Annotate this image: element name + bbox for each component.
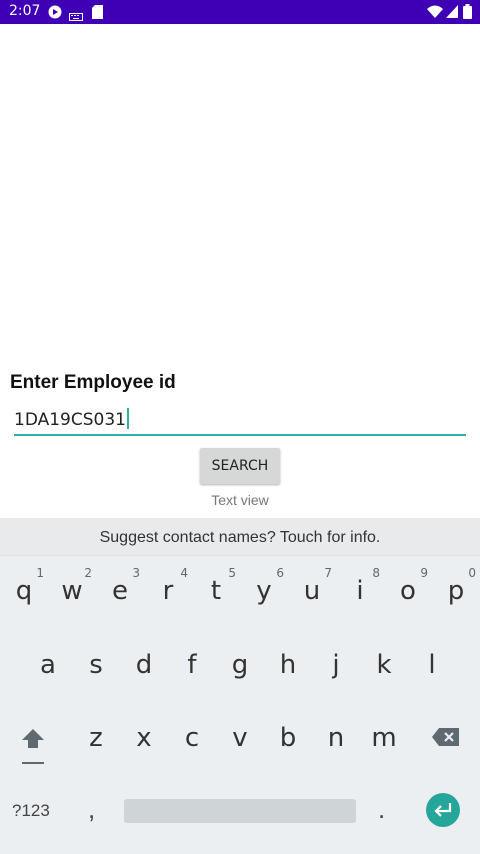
key-l[interactable]: l — [408, 636, 456, 694]
key-label: g — [231, 650, 249, 680]
key-label: t — [210, 576, 222, 606]
suggestion-strip[interactable]: Suggest contact names? Touch for info. — [0, 518, 480, 556]
key-label: u — [303, 576, 321, 606]
comma-key[interactable]: , — [88, 794, 95, 825]
key-label: r — [162, 576, 174, 606]
enter-key[interactable] — [426, 793, 460, 827]
key-h[interactable]: h — [264, 636, 312, 694]
signal-icon — [446, 5, 458, 23]
key-c[interactable]: c — [168, 709, 216, 767]
wifi-icon — [427, 5, 443, 23]
app-content: Enter Employee id 1DA19CS031 SEARCH Text… — [0, 24, 480, 518]
result-text-view: Text view — [211, 492, 269, 508]
key-label: n — [327, 723, 345, 753]
suggestion-text: Suggest contact names? Touch for info. — [99, 529, 381, 546]
key-hint: 1 — [36, 566, 44, 580]
key-y[interactable]: y6 — [240, 562, 288, 620]
key-hint: 7 — [324, 566, 332, 580]
key-label: o — [400, 576, 416, 606]
space-bar[interactable] — [124, 799, 356, 823]
key-x[interactable]: x — [120, 709, 168, 767]
key-hint: 3 — [132, 566, 140, 580]
key-t[interactable]: t5 — [192, 562, 240, 620]
symbols-key[interactable]: ?123 — [12, 801, 50, 821]
key-label: y — [256, 576, 272, 606]
key-label: i — [356, 576, 364, 606]
key-hint: 9 — [420, 566, 428, 580]
key-hint: 6 — [276, 566, 284, 580]
key-p[interactable]: p0 — [432, 562, 480, 620]
key-label: s — [89, 650, 103, 680]
key-hint: 4 — [180, 566, 188, 580]
key-f[interactable]: f — [168, 636, 216, 694]
period-key[interactable]: . — [378, 794, 385, 825]
key-n[interactable]: n — [312, 709, 360, 767]
key-hint: 5 — [228, 566, 236, 580]
key-label: j — [332, 650, 340, 680]
key-q[interactable]: q1 — [0, 562, 48, 620]
key-label: e — [112, 576, 128, 606]
key-label: z — [89, 723, 103, 753]
key-label: x — [136, 723, 152, 753]
battery-icon — [463, 4, 472, 24]
key-label: a — [40, 650, 56, 680]
key-label: d — [135, 650, 153, 680]
soft-keyboard: Suggest contact names? Touch for info. q… — [0, 518, 480, 854]
key-hint: 2 — [84, 566, 92, 580]
key-label: f — [187, 650, 197, 680]
status-time: 2:07 — [9, 3, 41, 19]
key-u[interactable]: u7 — [288, 562, 336, 620]
enter-arrow-icon — [434, 803, 452, 817]
key-label: p — [447, 576, 465, 606]
key-g[interactable]: g — [216, 636, 264, 694]
key-label: h — [279, 650, 297, 680]
key-e[interactable]: e3 — [96, 562, 144, 620]
key-j[interactable]: j — [312, 636, 360, 694]
key-k[interactable]: k — [360, 636, 408, 694]
employee-id-value: 1DA19CS031 — [14, 410, 126, 430]
key-w[interactable]: w2 — [48, 562, 96, 620]
key-d[interactable]: d — [120, 636, 168, 694]
key-label: l — [428, 650, 436, 680]
key-v[interactable]: v — [216, 709, 264, 767]
key-label: q — [15, 576, 33, 606]
key-label: k — [376, 650, 392, 680]
text-cursor — [126, 408, 129, 429]
key-hint: 0 — [468, 566, 476, 580]
status-bar: 2:07 — [0, 0, 480, 24]
sd-card-icon — [92, 5, 103, 24]
key-label: m — [371, 723, 397, 753]
employee-id-label: Enter Employee id — [10, 372, 176, 393]
key-i[interactable]: i8 — [336, 562, 384, 620]
key-label: v — [232, 723, 248, 753]
key-s[interactable]: s — [72, 636, 120, 694]
key-r[interactable]: r4 — [144, 562, 192, 620]
key-o[interactable]: o9 — [384, 562, 432, 620]
key-label: w — [61, 576, 83, 606]
key-b[interactable]: b — [264, 709, 312, 767]
key-label: b — [279, 723, 297, 753]
key-z[interactable]: z — [72, 709, 120, 767]
key-label: c — [184, 723, 200, 753]
backspace-key[interactable] — [432, 728, 459, 751]
key-hint: 8 — [372, 566, 380, 580]
search-button[interactable]: SEARCH — [200, 448, 280, 484]
shift-key[interactable] — [20, 727, 46, 770]
key-m[interactable]: m — [360, 709, 408, 767]
play-protect-icon — [48, 5, 62, 24]
employee-id-input[interactable]: 1DA19CS031 — [14, 404, 466, 436]
key-a[interactable]: a — [24, 636, 72, 694]
